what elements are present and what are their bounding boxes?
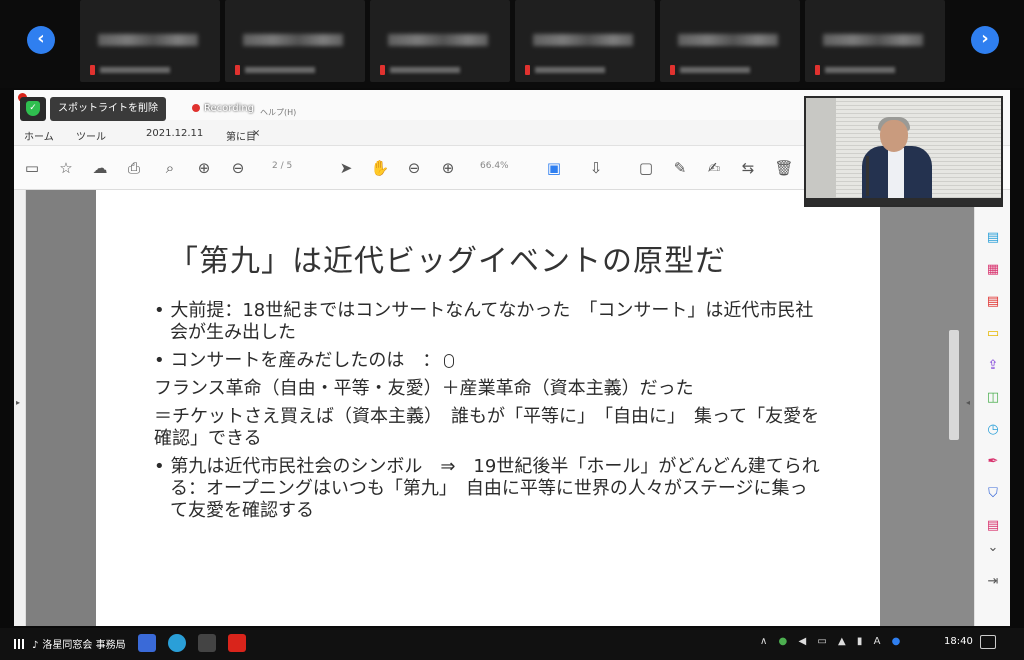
- remove-spotlight-button[interactable]: スポットライトを削除: [50, 97, 166, 121]
- organize-pages-icon[interactable]: ▦: [985, 262, 1001, 278]
- scan-icon[interactable]: ◷: [985, 422, 1001, 438]
- more-tools-icon[interactable]: ▤: [985, 518, 1001, 534]
- cursor-icon[interactable]: ➤: [336, 158, 356, 178]
- taskbar-app-icon[interactable]: [198, 634, 216, 652]
- muted-mic-icon: [235, 65, 240, 75]
- slide-line: ＝チケットさえ買えば（資本主義） 誰もが「平等に」 「自由に」 集って「友愛を確…: [154, 406, 820, 449]
- print-icon[interactable]: ⎙: [124, 158, 144, 178]
- comment-tool-icon[interactable]: ▭: [985, 326, 1001, 342]
- security-shield-button[interactable]: ✓: [20, 97, 46, 121]
- speaker-video[interactable]: [804, 96, 1003, 207]
- menu-help[interactable]: ヘルプ(H): [260, 106, 296, 120]
- create-pdf-icon[interactable]: ▤: [985, 294, 1001, 310]
- chevron-right-icon: ▸: [16, 398, 21, 407]
- collapse-pane-icon[interactable]: ⇥: [985, 574, 1001, 590]
- left-panel-toggle[interactable]: ▸: [14, 190, 26, 626]
- muted-mic-icon: [815, 65, 820, 75]
- page-down-icon[interactable]: ⊖: [228, 158, 248, 178]
- slide-title: 「第九」は近代ビッグイベントの原型だ: [168, 244, 726, 279]
- tab-home[interactable]: ホーム: [24, 128, 54, 143]
- send-icon[interactable]: ⇪: [985, 358, 1001, 374]
- page-up-icon[interactable]: ⊕: [194, 158, 214, 178]
- muted-mic-icon: [670, 65, 675, 75]
- fill-sign-icon[interactable]: ✒: [985, 454, 1001, 470]
- mic-icon: ♪: [32, 640, 39, 651]
- participant-tile[interactable]: [515, 0, 655, 82]
- document-area: ▸ 「第九」は近代ビッグイベントの原型だ • 大前提：18世紀まではコンサートな…: [14, 190, 974, 626]
- zoom-level[interactable]: 66.4%: [480, 161, 509, 171]
- chevron-left-icon[interactable]: ◂: [966, 398, 970, 407]
- taskbar-app-icon[interactable]: [168, 634, 186, 652]
- notification-icon[interactable]: [980, 635, 996, 649]
- participant-tile[interactable]: [370, 0, 510, 82]
- record-dot-icon: [192, 104, 200, 112]
- zoom-out-icon[interactable]: ⊖: [404, 158, 424, 178]
- chevron-down-icon[interactable]: ⌄: [985, 540, 1001, 556]
- pdf-page: 「第九」は近代ビッグイベントの原型だ • 大前提：18世紀まではコンサートなんて…: [96, 190, 880, 626]
- zoom-in-icon[interactable]: ⊕: [438, 158, 458, 178]
- bottom-bar: ♪ 洛星同窓会 事務局 ∧ ● ◀ ▭ ▲ ▮ A ● 18:40: [0, 628, 1024, 660]
- protect-icon[interactable]: ⛉: [985, 486, 1001, 502]
- system-tray: ∧ ● ◀ ▭ ▲ ▮ A ●: [760, 636, 908, 652]
- slide-body: • 大前提：18世紀まではコンサートなんてなかった 「コンサート」は近代市民社会…: [154, 300, 824, 528]
- battery-icon[interactable]: ▮: [857, 636, 863, 647]
- pen-icon[interactable]: ✎: [670, 158, 690, 178]
- participant-tile[interactable]: [225, 0, 365, 82]
- chevron-left-icon: ‹: [37, 28, 45, 49]
- hand-cursor-icon: [444, 354, 455, 368]
- next-participants-button[interactable]: ›: [971, 26, 999, 54]
- slide-bullet: • コンサートを産みだしたのは ：: [154, 350, 824, 372]
- ime-icon[interactable]: A: [874, 636, 881, 647]
- hand-icon[interactable]: ✋: [370, 158, 390, 178]
- comment-icon[interactable]: ▢: [636, 158, 656, 178]
- tab-close-icon[interactable]: ×: [252, 128, 260, 139]
- zoom-meeting-window: ‹ › ヘルプ(H) ホーム ツール 2021.12.11 第に目 × ▭ ☆ …: [0, 0, 1024, 660]
- previous-participants-button[interactable]: ‹: [27, 26, 55, 54]
- fit-page-icon[interactable]: ▣: [544, 158, 564, 178]
- monitor-icon[interactable]: ▭: [817, 636, 826, 647]
- share-icon[interactable]: ⇆: [738, 158, 758, 178]
- export-pdf-icon[interactable]: ▤: [985, 230, 1001, 246]
- participant-tile[interactable]: [660, 0, 800, 82]
- wechat-icon[interactable]: ●: [779, 636, 788, 647]
- participant-tile[interactable]: [80, 0, 220, 82]
- slide-line: フランス革命（自由・平等・友愛）＋産業革命（資本主義）だった: [154, 378, 694, 399]
- participant-strip: ‹ ›: [0, 0, 1024, 88]
- acrobat-tools-pane: ▤ ▦ ▤ ▭ ⇪ ◫ ◷ ✒ ⛉ ▤ ⌄ ⇥: [974, 190, 1010, 626]
- participant-tile[interactable]: [805, 0, 945, 82]
- muted-mic-icon: [380, 65, 385, 75]
- zoom-tray-icon[interactable]: ●: [892, 636, 901, 647]
- muted-mic-icon: [90, 65, 95, 75]
- compare-icon[interactable]: ◫: [985, 390, 1001, 406]
- slide-bullet: • 大前提：18世紀まではコンサートなんてなかった 「コンサート」は近代市民社会…: [154, 300, 814, 343]
- cloud-upload-icon[interactable]: ☁: [90, 158, 110, 178]
- tab-document[interactable]: 2021.12.11: [146, 128, 203, 139]
- vertical-scrollbar[interactable]: [949, 330, 959, 440]
- network-icon[interactable]: ▲: [838, 636, 846, 647]
- chevron-right-icon: ›: [981, 28, 989, 49]
- tab-tools[interactable]: ツール: [76, 128, 106, 143]
- star-icon[interactable]: ☆: [56, 158, 76, 178]
- taskbar-app-icon[interactable]: [138, 634, 156, 652]
- speaker-icon[interactable]: ◀: [798, 636, 806, 647]
- slide-bullet: • 第九は近代市民社会のシンボル ⇒ 19世紀後半「ホール」がどんどん建てられる…: [154, 456, 820, 521]
- trash-icon[interactable]: 🗑: [774, 158, 794, 178]
- page-indicator[interactable]: 2 / 5: [272, 161, 292, 171]
- save-icon[interactable]: ▭: [22, 158, 42, 178]
- sign-icon[interactable]: ✍: [704, 158, 724, 178]
- signal-strength-icon: [14, 639, 28, 649]
- taskbar-clock[interactable]: 18:40: [944, 636, 973, 647]
- muted-mic-icon: [525, 65, 530, 75]
- active-speaker-name: ♪ 洛星同窓会 事務局: [14, 636, 126, 651]
- acrobat-taskbar-icon[interactable]: [228, 634, 246, 652]
- chevron-up-icon[interactable]: ∧: [760, 636, 767, 647]
- search-icon[interactable]: ⌕: [160, 158, 180, 178]
- recording-indicator: Recording: [192, 103, 254, 114]
- scroll-icon[interactable]: ⇩: [586, 158, 606, 178]
- shield-check-icon: ✓: [26, 101, 40, 116]
